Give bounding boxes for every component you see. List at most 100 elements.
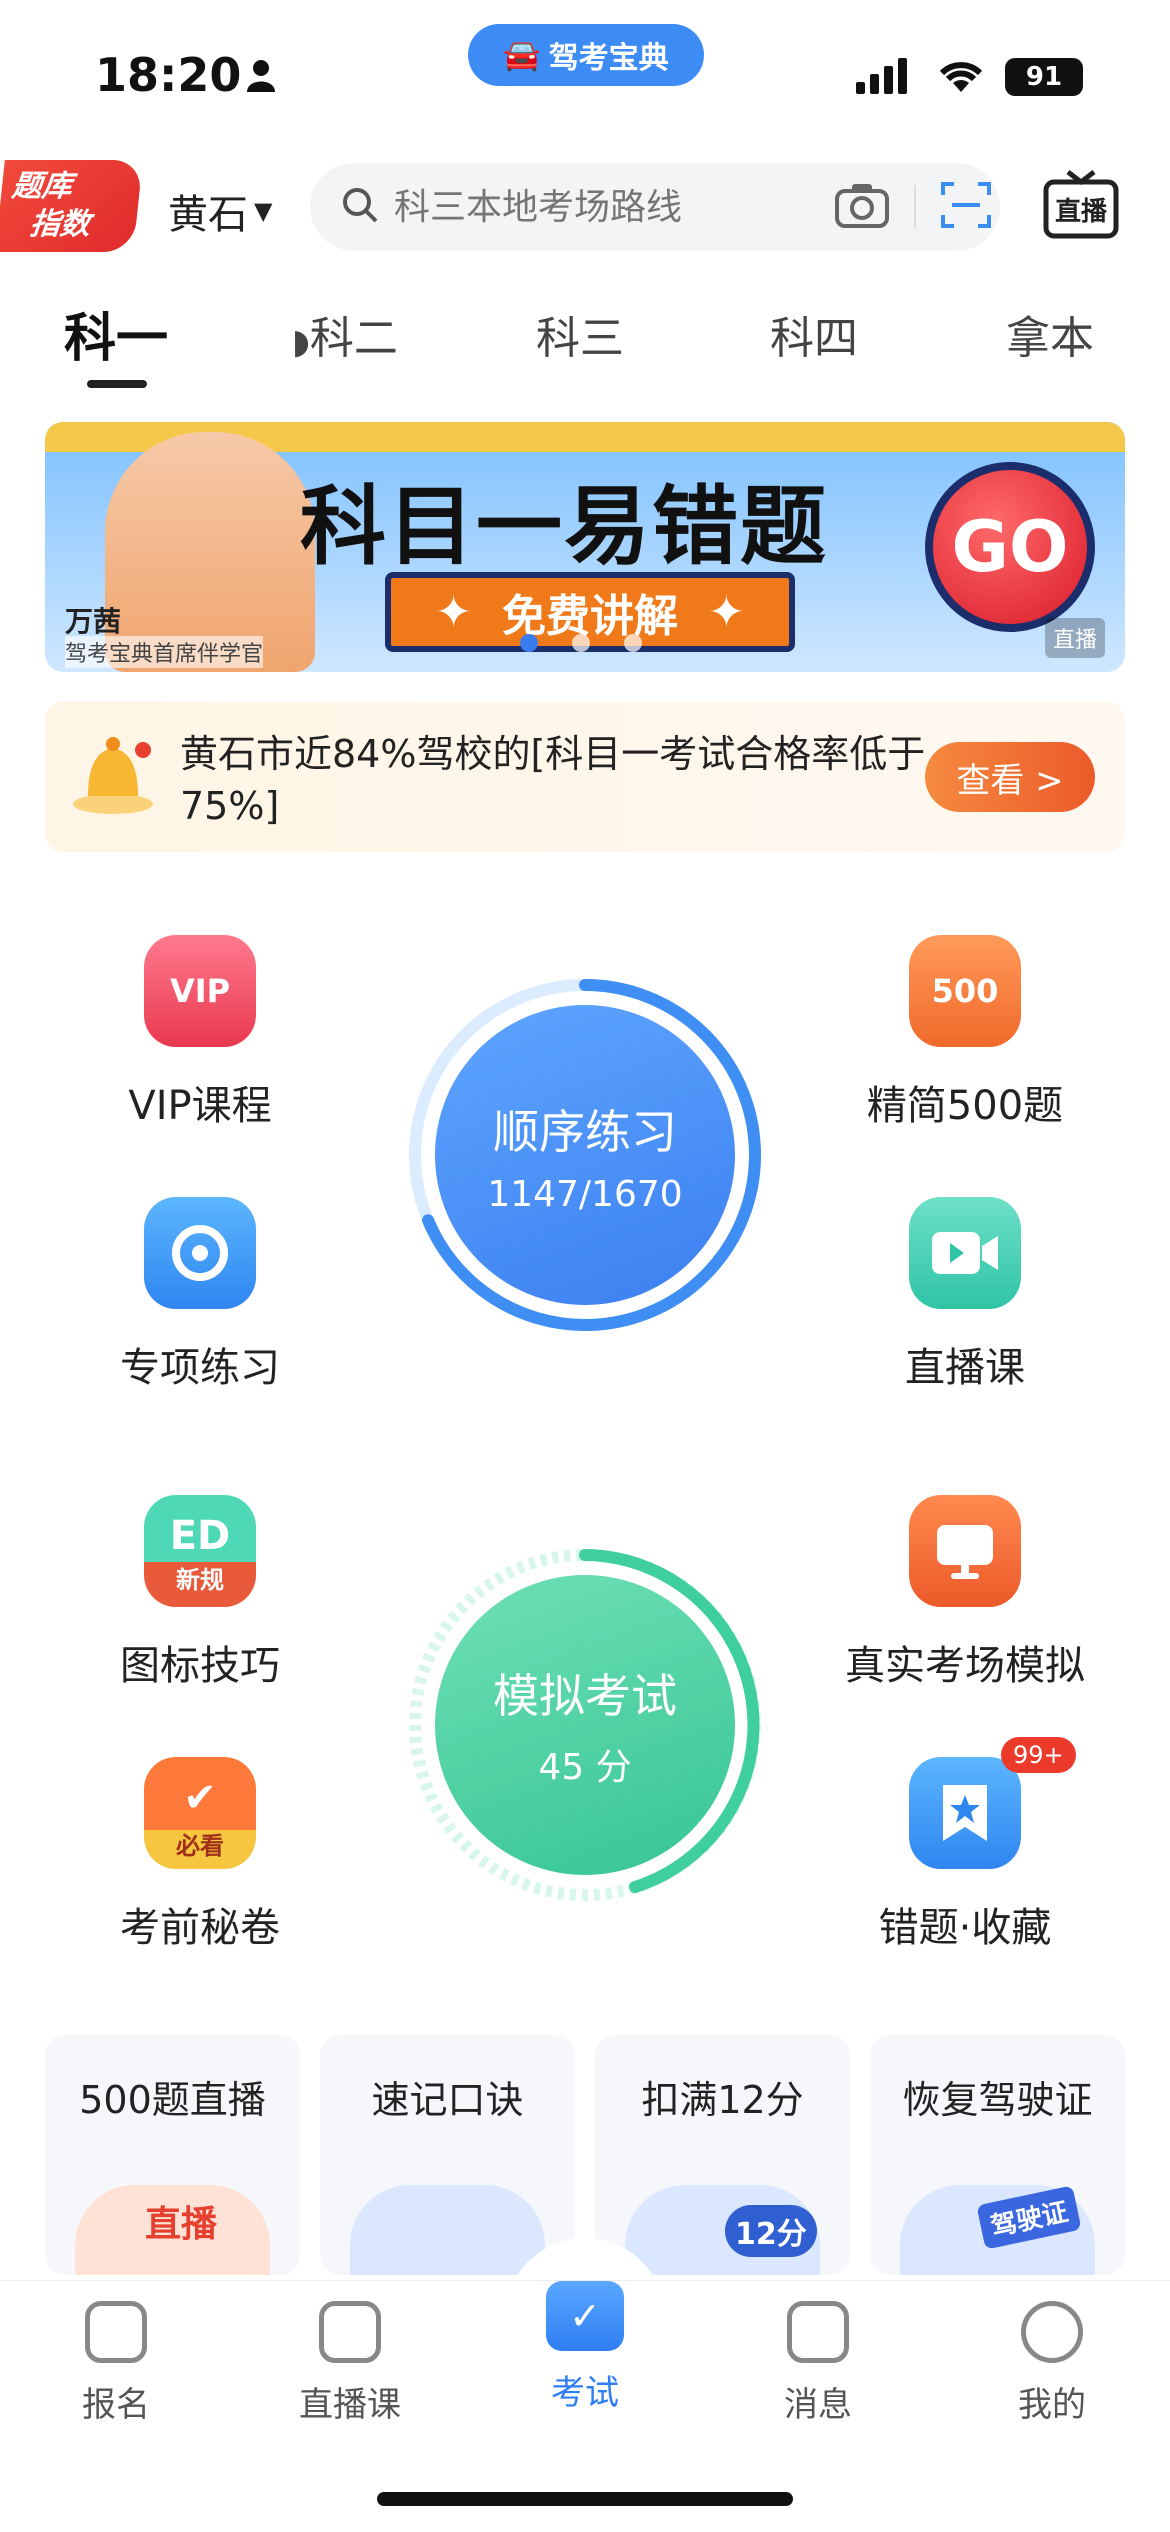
battery-indicator: 91	[1005, 58, 1083, 96]
nav-label: 考试	[551, 2373, 619, 2413]
tab-ke1[interactable]: 科一	[64, 296, 168, 371]
nav-exam[interactable]: ✓ 考试	[505, 2281, 665, 2414]
notice-text: 黄石市近84%驾校的[科目一考试合格率低于75%]	[180, 732, 926, 828]
svg-text:直播: 直播	[1055, 197, 1108, 227]
city-label: 黄石	[168, 192, 248, 238]
tab-ke3[interactable]: 科三	[536, 302, 624, 366]
scan-icon[interactable]	[940, 181, 992, 233]
feature-label: 精简500题	[866, 1083, 1064, 1129]
search-icon	[340, 185, 380, 229]
feature-label: 直播课	[905, 1345, 1025, 1391]
presenter-role: 驾考宝典首席伴学官	[65, 636, 264, 668]
live-tag: 直播	[145, 2204, 218, 2245]
view-button[interactable]: 查看 >	[925, 742, 1095, 812]
nav-messages[interactable]: 消息	[738, 2301, 898, 2426]
card-label: 速记口诀	[371, 2078, 524, 2122]
folder-check-icon: ✓	[546, 2281, 624, 2351]
banner-subtitle: ✦ 免费讲解 ✦	[385, 572, 795, 652]
exam-title: 模拟考试	[493, 1669, 677, 1723]
sparkle-icon: ✦	[708, 586, 745, 638]
bookmark-star-icon	[909, 1757, 1021, 1869]
person-icon	[246, 58, 276, 92]
tiku-line1: 题库	[10, 169, 74, 204]
video-icon	[909, 1197, 1021, 1309]
card-label: 恢复驾驶证	[902, 2078, 1093, 2122]
nav-signup[interactable]: 报名	[36, 2301, 196, 2426]
card-500-live[interactable]: 500题直播 直播	[45, 2035, 300, 2275]
feature-label: 图标技巧	[120, 1643, 280, 1689]
feature-vip[interactable]: VIP VIP课程	[50, 935, 350, 1131]
carousel-dot	[520, 634, 538, 652]
card-12-points[interactable]: 扣满12分 12分	[595, 2035, 850, 2275]
card-restore-license[interactable]: 恢复驾驶证 驾驶证	[870, 2035, 1125, 2275]
new-rule-badge: 新规	[176, 1566, 224, 1594]
tv-play-icon	[319, 2301, 381, 2363]
presenter-name: 万茜	[65, 605, 122, 638]
tab-ke4[interactable]: 科四	[770, 302, 858, 366]
promo-banner[interactable]: 万茜 驾考宝典首席伴学官 科目一易错题 ✦ 免费讲解 ✦ GO 直播	[45, 422, 1125, 672]
app-badge-label: 驾考宝典	[548, 41, 669, 76]
loading-icon: ◗	[292, 322, 310, 362]
feature-500[interactable]: 500 精简500题	[815, 935, 1115, 1131]
feature-zhenshi[interactable]: 真实考场模拟	[815, 1495, 1115, 1691]
card-label: 扣满12分	[641, 2078, 804, 2122]
form-icon	[85, 2301, 147, 2363]
feature-label: 真实考场模拟	[845, 1643, 1085, 1689]
city-selector[interactable]: 黄石 ▼	[168, 182, 272, 240]
caret-down-icon: ▼	[254, 197, 273, 225]
smile-icon	[1021, 2301, 1083, 2363]
nav-label: 直播课	[299, 2385, 401, 2425]
notice-bar[interactable]: 黄石市近84%驾校的[科目一考试合格率低于75%] 查看 >	[45, 702, 1125, 852]
bell-icon	[63, 724, 163, 828]
tiku-index-badge[interactable]: 题库 指数	[0, 160, 143, 252]
count-badge: 99+	[1001, 1737, 1076, 1773]
tab-naben[interactable]: 拿本	[1006, 302, 1094, 366]
go-button[interactable]: GO	[925, 462, 1095, 632]
go-label: GO	[951, 506, 1069, 588]
tiku-line2: 指数	[28, 207, 92, 242]
signal-icon	[856, 58, 910, 98]
practice-ring[interactable]: 顺序练习 1147/1670	[405, 975, 765, 1335]
chat-icon	[787, 2301, 849, 2363]
camera-icon[interactable]	[834, 181, 890, 233]
tab-ke2-label: 科二	[309, 313, 398, 364]
practice-button[interactable]: 顺序练习 1147/1670	[435, 1005, 735, 1305]
exam-score: 45 分	[538, 1747, 632, 1788]
carousel-dot	[624, 634, 642, 652]
wifi-icon	[936, 56, 986, 98]
practice-progress: 1147/1670	[487, 1173, 683, 1215]
nav-mine[interactable]: 我的	[972, 2301, 1132, 2426]
feature-label: 错题·收藏	[878, 1905, 1052, 1951]
document-illustration	[350, 2185, 545, 2275]
500-icon: 500	[909, 935, 1021, 1047]
live-tv-icon[interactable]: 直播	[1042, 168, 1120, 242]
status-time: 18:20	[95, 48, 242, 102]
feature-label: 考前秘卷	[120, 1905, 280, 1951]
feature-cuoti[interactable]: 错题·收藏 99+	[815, 1737, 1115, 1953]
car-icon: 🚘	[503, 37, 541, 73]
points-tag: 12分	[725, 2205, 817, 2257]
feature-tubiao[interactable]: ED 新规 图标技巧	[50, 1495, 350, 1691]
search-input[interactable]	[394, 186, 824, 228]
card-label: 500题直播	[79, 2078, 266, 2122]
search-bar[interactable]	[310, 163, 1000, 251]
feature-zhuanxiang[interactable]: 专项练习	[50, 1197, 350, 1393]
nav-live[interactable]: 直播课	[270, 2301, 430, 2426]
icon-tips-icon: ED 新规	[144, 1495, 256, 1607]
must-see-badge: 必看	[176, 1832, 224, 1860]
practice-title: 顺序练习	[493, 1104, 677, 1159]
sparkle-icon: ✦	[435, 586, 472, 638]
monitor-icon	[909, 1495, 1021, 1607]
feature-zhiboke[interactable]: 直播课	[815, 1197, 1115, 1393]
banner-title: 科目一易错题	[300, 477, 828, 577]
tab-ke2[interactable]: ◗科二	[292, 302, 398, 366]
feature-kaoqian[interactable]: ✔ 必看 考前秘卷	[50, 1757, 350, 1953]
carousel-dot	[572, 634, 590, 652]
divider	[914, 185, 916, 229]
target-icon	[144, 1197, 256, 1309]
exam-button[interactable]: 模拟考试 45 分	[435, 1575, 735, 1875]
home-indicator	[377, 2492, 793, 2506]
card-mnemonic[interactable]: 速记口诀	[320, 2035, 575, 2275]
exam-ring[interactable]: 模拟考试 45 分	[405, 1545, 765, 1905]
app-badge: 🚘 驾考宝典	[468, 24, 704, 86]
